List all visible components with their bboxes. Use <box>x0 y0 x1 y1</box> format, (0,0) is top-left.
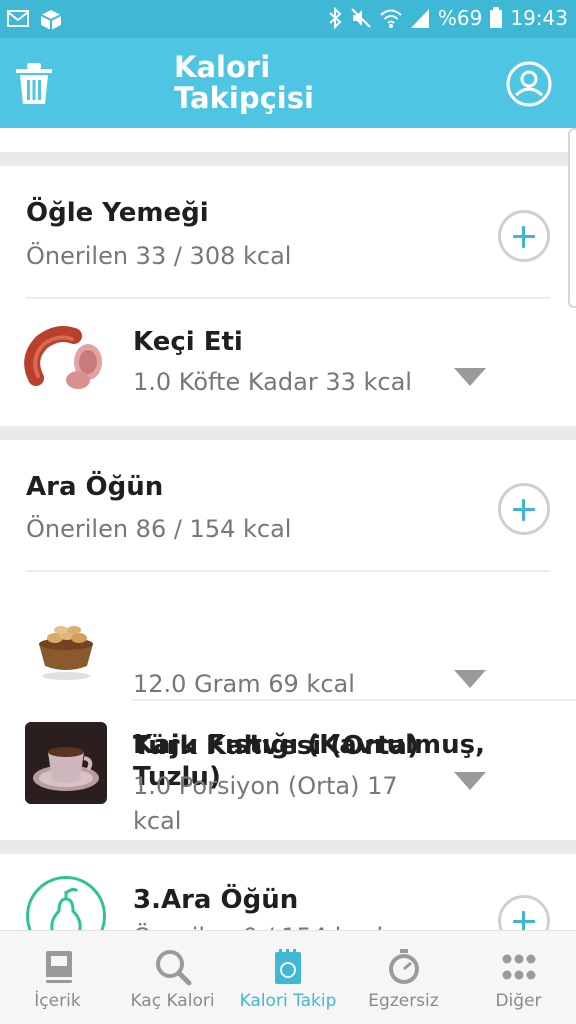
notebook-icon <box>275 949 301 984</box>
nav-label: Egzersiz <box>368 991 439 1011</box>
app-bar: Kalori Takipçisi <box>0 38 576 128</box>
wifi-icon <box>380 9 402 28</box>
nav-label: İçerik <box>34 991 81 1011</box>
divider <box>26 297 550 299</box>
sausage-image <box>24 326 102 389</box>
nav-item-diger[interactable]: Diğer <box>461 931 576 1024</box>
section-divider <box>0 426 576 440</box>
bottom-navigation: İçerik Kaç Kalori Kalori Takip Egzersiz <box>0 930 576 1024</box>
search-icon <box>155 950 191 986</box>
nav-item-kac-kalori[interactable]: Kaç Kalori <box>115 931 230 1024</box>
grid-dots-icon <box>502 954 535 980</box>
food-detail: 1.0 Köfte Kadar 33 kcal <box>133 368 412 396</box>
meal-recommended: Önerilen 33 / 308 kcal <box>26 242 292 270</box>
add-food-button[interactable] <box>498 483 550 535</box>
chevron-down-icon[interactable] <box>454 368 486 386</box>
package-icon <box>40 10 62 30</box>
meal-recommended: Önerilen 86 / 154 kcal <box>26 515 292 543</box>
turkish-coffee-image <box>25 722 107 804</box>
nav-item-egzersiz[interactable]: Egzersiz <box>346 931 461 1024</box>
meal-title: Öğle Yemeği <box>26 198 209 228</box>
section-divider <box>0 840 576 854</box>
cashew-bowl-image <box>39 626 93 680</box>
nav-label: Diğer <box>495 991 542 1011</box>
clock: 19:43 <box>510 6 568 30</box>
food-name: Türk Kahvesi (Orta) <box>133 731 419 761</box>
nav-label: Kalori Takip <box>239 991 337 1011</box>
chevron-down-icon[interactable] <box>454 670 486 688</box>
section-divider <box>0 152 576 166</box>
meal-title: 3.Ara Öğün <box>133 885 299 915</box>
scrollbar[interactable] <box>568 128 576 308</box>
status-bar: %69 19:43 <box>0 0 576 38</box>
nav-label: Kaç Kalori <box>130 991 215 1011</box>
divider <box>132 699 576 701</box>
mail-icon <box>7 10 29 27</box>
meal-title: Ara Öğün <box>26 472 164 502</box>
divider <box>26 570 550 572</box>
book-icon <box>45 951 72 983</box>
food-detail: 1.0 Porsiyon (Orta) 17 kcal <box>133 772 398 835</box>
food-detail: 12.0 Gram 69 kcal <box>133 670 355 698</box>
battery-percent: %69 <box>437 6 483 30</box>
meal-recommended: Önerilen 0 / 154 kcal <box>133 920 383 930</box>
mute-icon <box>351 8 371 28</box>
food-name: Keçi Eti <box>133 327 243 357</box>
signal-icon <box>410 9 429 28</box>
trash-icon[interactable] <box>14 63 54 105</box>
add-food-button[interactable] <box>498 895 550 930</box>
pear-icon <box>26 876 106 930</box>
chevron-down-icon[interactable] <box>454 772 486 790</box>
bluetooth-icon <box>329 7 342 29</box>
profile-icon[interactable] <box>506 61 552 107</box>
stopwatch-icon <box>388 949 419 984</box>
nav-item-icerik[interactable]: İçerik <box>0 931 115 1024</box>
nav-item-kalori-takip[interactable]: Kalori Takip <box>230 931 346 1024</box>
add-food-button[interactable] <box>498 210 550 262</box>
meal-list[interactable]: Öğle Yemeği Önerilen 33 / 308 kcal Keçi … <box>0 128 576 930</box>
battery-icon <box>490 7 503 28</box>
app-title: Kalori Takipçisi <box>174 50 314 115</box>
